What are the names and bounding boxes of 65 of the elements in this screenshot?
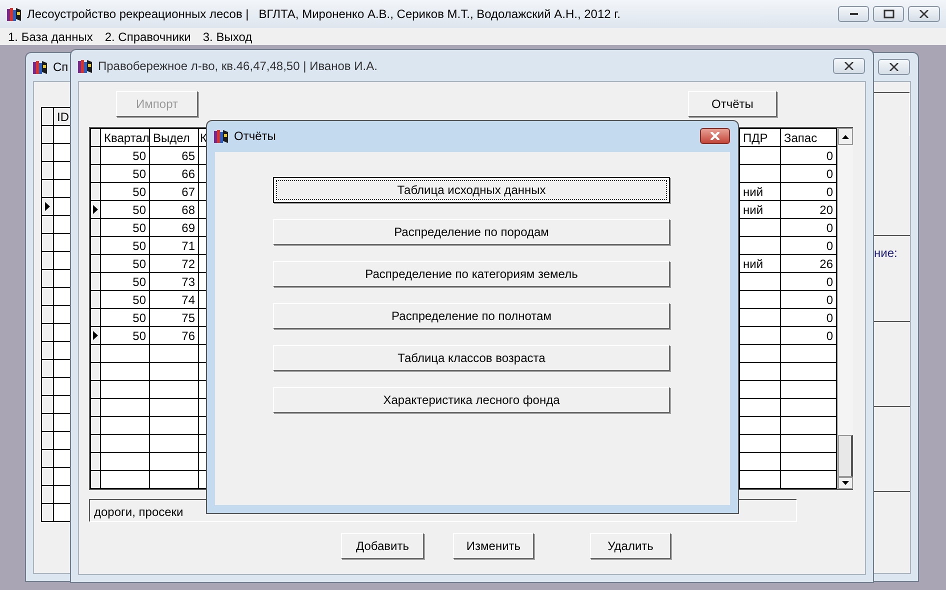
report-button[interactable]: Распределение по полнотам — [273, 303, 670, 329]
delete-button[interactable]: Удалить — [590, 533, 671, 559]
table-cell: 74 — [150, 290, 198, 308]
table-cell: 75 — [150, 308, 198, 326]
minimize-icon[interactable] — [848, 12, 858, 16]
table-cell: 50 — [100, 254, 150, 272]
close-button[interactable] — [908, 6, 940, 22]
scroll-thumb[interactable] — [838, 435, 853, 477]
column-header: Выдел — [150, 128, 198, 146]
down-arrow-icon[interactable] — [842, 481, 849, 485]
close-icon[interactable] — [844, 62, 854, 70]
report-button[interactable]: Характеристика лесного фонда — [273, 387, 670, 413]
table-cell: 50 — [100, 272, 150, 290]
window-title: Лесоустройство рекреационных лесов | ВГЛТА, Мироненко А.В., Сериков М.Т., Водолажский А.Н., 2012 г. — [27, 6, 620, 23]
table-cell: 65 — [150, 146, 198, 164]
field-label: ние: — [874, 245, 898, 262]
scrollbar[interactable] — [837, 128, 853, 489]
column-header: Квартал — [100, 128, 150, 146]
restore-button[interactable] — [873, 6, 904, 22]
table-cell: 72 — [150, 254, 198, 272]
report-button[interactable]: Таблица классов возраста — [273, 345, 670, 371]
column-header: Запас — [780, 128, 836, 146]
column-header: ПДР — [740, 128, 780, 146]
table-cell: 66 — [150, 164, 198, 182]
up-arrow-icon[interactable] — [842, 134, 849, 138]
table-cell: 50 — [100, 200, 150, 218]
table-cell: 68 — [150, 200, 198, 218]
report-button[interactable]: Таблица исходных данных — [273, 177, 670, 203]
close-icon[interactable] — [919, 10, 929, 18]
close-icon[interactable] — [889, 63, 899, 71]
window-title: Сп — [53, 59, 68, 76]
table-cell: 50 — [100, 290, 150, 308]
minimize-button[interactable] — [838, 6, 869, 22]
close-button[interactable] — [700, 128, 730, 144]
table-cell: 69 — [150, 218, 198, 236]
reports-button[interactable]: Отчёты — [688, 91, 777, 117]
table-cell: 50 — [100, 146, 150, 164]
table-cell: 50 — [100, 308, 150, 326]
add-button[interactable]: Добавить — [341, 533, 424, 559]
scroll-up-button[interactable] — [838, 128, 853, 145]
menu-item[interactable]: 3. Выход — [196, 28, 258, 46]
table-cell: 76 — [150, 326, 198, 344]
edit-button[interactable]: Изменить — [453, 533, 534, 559]
table-cell: 50 — [100, 236, 150, 254]
table-cell: 50 — [100, 164, 150, 182]
table-cell: 50 — [100, 182, 150, 200]
restore-icon[interactable] — [882, 9, 894, 19]
window-title: Правобережное л-во, кв.46,47,48,50 | Иванов И.А. — [98, 58, 378, 74]
books-icon — [213, 128, 229, 144]
table-cell: 73 — [150, 272, 198, 290]
books-icon — [32, 59, 48, 75]
table-cell: 67 — [150, 182, 198, 200]
books-icon — [6, 6, 22, 22]
menu-item[interactable]: 2. Справочники — [98, 28, 197, 46]
table-cell: 50 — [100, 326, 150, 344]
books-icon — [77, 58, 93, 74]
window-title: Отчёты — [234, 128, 276, 145]
table-cell: 71 — [150, 236, 198, 254]
scroll-down-button[interactable] — [838, 477, 853, 489]
menu-item[interactable]: 1. База данных — [2, 28, 99, 46]
report-button[interactable]: Распределение по породам — [273, 219, 670, 245]
table-cell: 50 — [100, 218, 150, 236]
report-button[interactable]: Распределение по категориям земель — [273, 261, 670, 287]
close-button[interactable] — [878, 59, 910, 75]
close-button[interactable] — [833, 58, 865, 74]
